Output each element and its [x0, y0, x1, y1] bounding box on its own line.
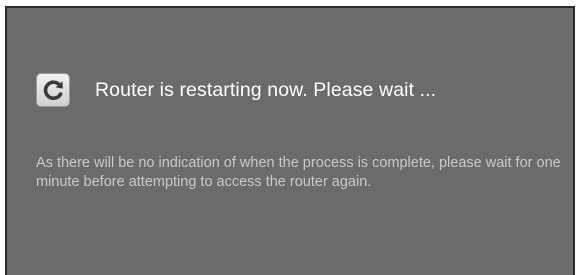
- dialog-message: As there will be no indication of when t…: [36, 155, 561, 190]
- restart-icon: [36, 73, 70, 107]
- dialog-title: Router is restarting now. Please wait ..…: [95, 78, 437, 101]
- restart-dialog: Router is restarting now. Please wait ..…: [5, 6, 575, 275]
- dialog-header: Router is restarting now. Please wait ..…: [36, 73, 436, 107]
